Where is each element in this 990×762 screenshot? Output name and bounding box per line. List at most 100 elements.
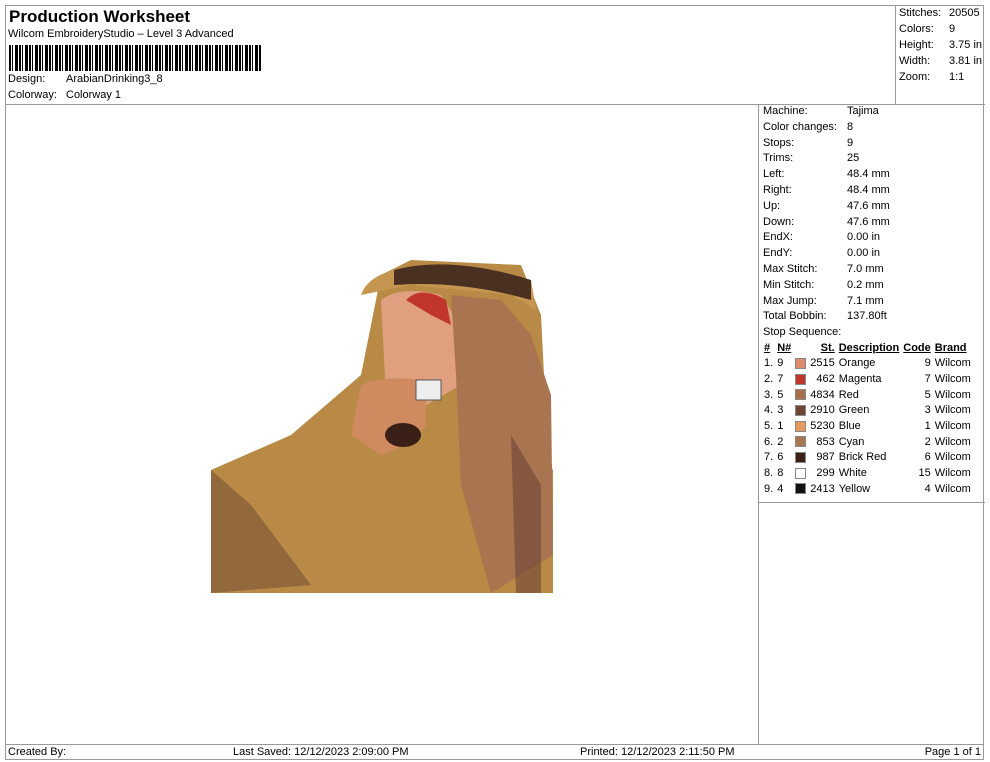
needle-number: 1 <box>777 420 784 433</box>
machine-info-list: Machine: Tajima Color changes: 8 Stops: 9 Trim… <box>759 104 985 325</box>
color-code: 6 <box>924 451 931 464</box>
summary-row: Zoom: 1:1 <box>896 69 985 85</box>
needle-number: 6 <box>777 451 784 464</box>
stitch-count: 2413 <box>810 482 835 495</box>
column-header-n: N# <box>777 342 792 355</box>
footer: Created By: Last Saved: 12/12/2023 2:09:… <box>5 744 984 761</box>
stitch-count: 2910 <box>810 404 835 417</box>
color-swatch-cell <box>793 403 808 419</box>
thread-brand: Wilcom <box>934 467 971 480</box>
machine-info-row: Down: 47.6 mm <box>759 215 985 231</box>
needle-number: 9 <box>777 357 784 370</box>
color-swatch <box>795 452 807 464</box>
row-number: 5. <box>764 420 774 433</box>
info-label: EndY: <box>763 247 793 260</box>
stitch-count: 299 <box>816 467 835 480</box>
info-value: 48.4 mm <box>847 183 890 196</box>
color-swatch-cell <box>793 419 808 435</box>
page-title: Production Worksheet <box>9 7 191 26</box>
machine-info-panel: Machine: Tajima Color changes: 8 Stops: 9 Trim… <box>758 104 985 503</box>
color-description: Orange <box>838 357 876 370</box>
thread-brand: Wilcom <box>934 372 971 385</box>
colorway-value: Colorway 1 <box>66 89 122 101</box>
info-label: Stops: <box>763 136 795 149</box>
embroidery-design-preview <box>211 255 553 593</box>
machine-info-row: Left: 48.4 mm <box>759 167 985 183</box>
color-code: 9 <box>924 357 931 370</box>
color-description: Magenta <box>838 372 882 385</box>
color-swatch <box>795 436 807 448</box>
table-row: 3. 5 4834 Red 5 Wilcom <box>762 387 973 403</box>
page-number: Page 1 of 1 <box>924 746 981 758</box>
info-value: 0.00 in <box>847 231 881 244</box>
row-number: 7. <box>764 451 774 464</box>
machine-info-row: EndY: 0.00 in <box>759 246 985 262</box>
needle-number: 4 <box>777 482 784 495</box>
row-number: 3. <box>764 388 774 401</box>
info-label: Trims: <box>763 152 794 165</box>
color-swatch <box>795 357 807 369</box>
divider <box>758 502 759 744</box>
design-name: Design: ArabianDrinking3_8 <box>8 73 163 85</box>
summary-label: Stitches: <box>899 7 942 19</box>
machine-info-row: Stops: 9 <box>759 136 985 152</box>
color-code: 1 <box>924 420 931 433</box>
table-row: 4. 3 2910 Green 3 Wilcom <box>762 403 973 419</box>
barcode <box>9 45 261 71</box>
color-description: White <box>838 467 867 480</box>
summary-row: Height: 3.75 in <box>896 37 985 53</box>
color-swatch <box>795 389 807 401</box>
table-header: # N# St. Description Code Brand <box>762 341 973 356</box>
info-label: Down: <box>763 215 795 228</box>
machine-info-row: Max Jump: 7.1 mm <box>759 294 985 310</box>
summary-value: 1:1 <box>949 71 965 83</box>
color-code: 7 <box>924 372 931 385</box>
row-number: 6. <box>764 435 774 448</box>
color-code: 15 <box>918 467 931 480</box>
machine-info-row: Max Stitch: 7.0 mm <box>759 262 985 278</box>
summary-label: Width: <box>899 55 931 67</box>
summary-label: Height: <box>899 39 934 51</box>
header: Production Worksheet Wilcom EmbroiderySt… <box>5 5 895 105</box>
info-label: Min Stitch: <box>763 278 815 291</box>
color-swatch <box>795 483 807 495</box>
thread-brand: Wilcom <box>934 388 971 401</box>
table-row: 8. 8 299 White 15 Wilcom <box>762 466 973 482</box>
color-description: Yellow <box>838 482 871 495</box>
info-value: Tajima <box>847 105 879 117</box>
info-label: Total Bobbin: <box>763 310 827 323</box>
thread-brand: Wilcom <box>934 404 971 417</box>
color-description: Blue <box>838 420 861 433</box>
info-label: Left: <box>763 168 785 181</box>
summary-label: Zoom: <box>899 71 931 83</box>
info-value: 9 <box>847 136 854 149</box>
design-value: ArabianDrinking3_8 <box>66 73 163 85</box>
summary-row: Width: 3.81 in <box>896 53 985 69</box>
table-row: 9. 4 2413 Yellow 4 Wilcom <box>762 481 973 497</box>
column-header-description: Description <box>838 342 900 355</box>
info-value: 7.1 mm <box>847 294 884 307</box>
column-header-st: St. <box>820 342 835 355</box>
machine-info-row: Color changes: 8 <box>759 120 985 136</box>
needle-number: 3 <box>777 404 784 417</box>
color-swatch <box>795 404 807 416</box>
summary-label: Colors: <box>899 23 934 35</box>
summary-value: 3.81 in <box>949 55 983 67</box>
summary-value: 9 <box>949 23 956 35</box>
color-swatch-cell <box>793 387 808 403</box>
stop-sequence-title: Stop Sequence: <box>763 326 842 339</box>
stitch-count: 853 <box>816 435 835 448</box>
color-description: Green <box>838 404 870 417</box>
worksheet-page: Production Worksheet Wilcom EmbroiderySt… <box>0 0 990 762</box>
stitch-count: 2515 <box>810 357 835 370</box>
color-code: 3 <box>924 404 931 417</box>
info-value: 48.4 mm <box>847 168 890 181</box>
info-value: 137.80ft <box>847 310 887 323</box>
design-label: Design: <box>8 73 46 85</box>
color-code: 2 <box>924 435 931 448</box>
info-value: 8 <box>847 120 854 133</box>
table-row: 6. 2 853 Cyan 2 Wilcom <box>762 434 973 450</box>
info-value: 0.2 mm <box>847 278 884 291</box>
thread-brand: Wilcom <box>934 420 971 433</box>
needle-number: 7 <box>777 372 784 385</box>
